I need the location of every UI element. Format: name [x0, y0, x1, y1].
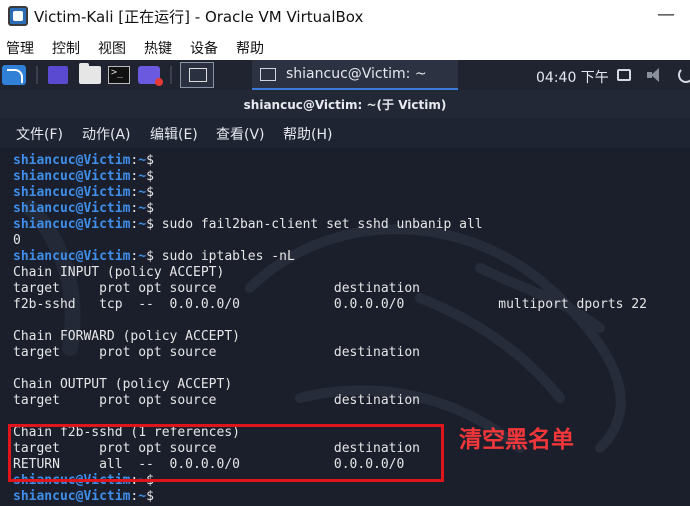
terminal-menu-edit[interactable]: 编辑(E)	[150, 124, 198, 144]
prompt-user: shiancuc@Victim	[13, 217, 131, 232]
terminal-prompt-line: shiancuc@Victim:~$ sudo iptables -nL	[13, 249, 647, 265]
terminal-prompt-line: shiancuc@Victim:~$	[13, 185, 647, 201]
file-manager-icon[interactable]	[79, 63, 101, 84]
prompt-sign: $	[146, 169, 154, 184]
prompt-path: ~	[138, 217, 147, 232]
prompt-path: ~	[138, 153, 147, 168]
terminal-output-line: target prot opt source destination	[13, 281, 420, 296]
prompt-user: shiancuc@Victim	[13, 153, 131, 168]
highlight-box	[8, 424, 444, 482]
terminal-prompt-line: shiancuc@Victim:~$	[13, 201, 647, 217]
prompt-user: shiancuc@Victim	[13, 249, 131, 264]
volume-icon[interactable]	[647, 68, 663, 82]
terminal-prompt-line: shiancuc@Victim:~$ sudo fail2ban-client …	[13, 217, 647, 233]
clock[interactable]: 04:40 下午	[536, 67, 609, 87]
prompt-sign: $	[146, 489, 154, 504]
terminal-menu-view[interactable]: 查看(V)	[216, 124, 265, 144]
command-text: sudo fail2ban-client set sshd unbanip al…	[153, 217, 483, 232]
terminal-output-line: 0	[13, 233, 21, 248]
prompt-sign: $	[146, 201, 154, 216]
prompt-sign: $	[146, 185, 154, 200]
menu-devices[interactable]: 设备	[190, 38, 218, 58]
panel-separator	[170, 66, 172, 84]
kali-top-panel: shiancuc@Victim: ~ 04:40 下午	[0, 60, 690, 90]
terminal-output-line: target prot opt source destination	[13, 345, 420, 360]
command-text: sudo iptables -nL	[153, 249, 295, 264]
terminal-prompt-line: shiancuc@Victim:~$	[13, 489, 647, 505]
menu-manage[interactable]: 管理	[6, 38, 34, 58]
prompt-path: ~	[138, 185, 147, 200]
screen-recorder-icon[interactable]	[138, 66, 163, 86]
kali-logo-icon[interactable]	[2, 65, 26, 85]
panel-separator	[36, 66, 38, 84]
window-title: Victim-Kali [正在运行] - Oracle VM VirtualBo…	[34, 8, 364, 26]
power-icon[interactable]	[678, 67, 690, 83]
terminal-output-line: target prot opt source destination	[13, 393, 420, 408]
vbox-menu-bar: 管理 控制 视图 热键 设备 帮助	[0, 34, 690, 60]
prompt-user: shiancuc@Victim	[13, 489, 131, 504]
display-icon[interactable]	[617, 69, 631, 81]
prompt-sign: $	[146, 153, 154, 168]
prompt-path: ~	[138, 489, 147, 504]
terminal-output-line: f2b-sshd tcp -- 0.0.0.0/0 0.0.0.0/0 mult…	[13, 297, 647, 312]
taskbar-terminal-button[interactable]: shiancuc@Victim: ~	[252, 60, 458, 90]
taskbar-label: shiancuc@Victim: ~	[286, 66, 427, 82]
terminal-output-line: Chain FORWARD (policy ACCEPT)	[13, 329, 240, 344]
prompt-path: ~	[138, 169, 147, 184]
workspace-switcher-icon[interactable]	[180, 62, 214, 88]
terminal-icon[interactable]	[108, 66, 130, 84]
minimize-button[interactable]: —	[646, 6, 686, 26]
prompt-user: shiancuc@Victim	[13, 201, 131, 216]
terminal-menu-help[interactable]: 帮助(H)	[283, 124, 332, 144]
menu-control[interactable]: 控制	[52, 38, 80, 58]
prompt-path: ~	[138, 249, 147, 264]
menu-view[interactable]: 视图	[98, 38, 126, 58]
menu-help[interactable]: 帮助	[236, 38, 264, 58]
prompt-sign: $	[146, 249, 154, 264]
vbox-title-bar: Victim-Kali [正在运行] - Oracle VM VirtualBo…	[0, 0, 690, 32]
desktop-icon[interactable]	[48, 66, 68, 84]
virtualbox-app-icon	[8, 6, 28, 26]
menu-hotkeys[interactable]: 热键	[144, 38, 172, 58]
prompt-sign: $	[146, 217, 154, 232]
terminal-title: shiancuc@Victim: ~(于 Victim)	[243, 98, 447, 112]
terminal-title-bar: shiancuc@Victim: ~(于 Victim)	[0, 90, 690, 118]
terminal-prompt-line: shiancuc@Victim:~$	[13, 153, 647, 169]
prompt-user: shiancuc@Victim	[13, 185, 131, 200]
terminal-prompt-line: shiancuc@Victim:~$	[13, 169, 647, 185]
terminal-output-line: Chain INPUT (policy ACCEPT)	[13, 265, 225, 280]
prompt-path: ~	[138, 201, 147, 216]
terminal-menu-action[interactable]: 动作(A)	[82, 124, 131, 144]
annotation-label: 清空黑名单	[459, 427, 574, 453]
prompt-user: shiancuc@Victim	[13, 169, 131, 184]
terminal-menu-file[interactable]: 文件(F)	[16, 124, 63, 144]
window-icon	[260, 68, 276, 81]
terminal-output-line: Chain OUTPUT (policy ACCEPT)	[13, 377, 233, 392]
terminal-menu-bar: 文件(F) 动作(A) 编辑(E) 查看(V) 帮助(H)	[0, 118, 690, 148]
